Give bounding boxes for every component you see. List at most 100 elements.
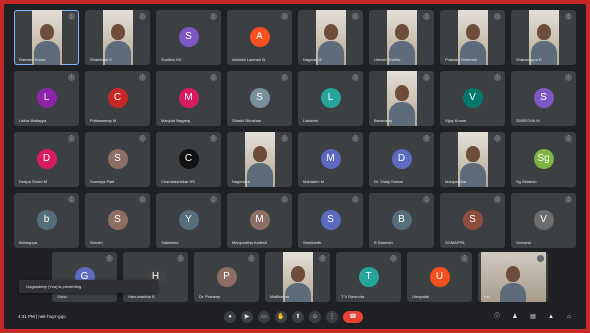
participant-name: Umesh Shettar xyxy=(374,57,401,62)
participant-tile[interactable]: ⋮ Basavaraj xyxy=(369,71,434,126)
participant-tile[interactable]: M ⋮ Manjula Nagaraj xyxy=(156,71,221,126)
participant-tile[interactable]: M ⋮ Manjunatha Kallesh xyxy=(227,193,292,248)
chat-icon: ▤ xyxy=(530,314,536,320)
info-button[interactable]: ⓘ xyxy=(492,312,502,322)
participant-tile[interactable]: ⋮ Manjunatha xyxy=(440,132,505,187)
raise-hand-button[interactable]: ✋ xyxy=(275,311,287,323)
participant-tile[interactable]: ⋮ Ramesh Kuma xyxy=(14,10,79,65)
mic-muted-icon: ⋮ xyxy=(139,13,146,20)
participant-name: Lakshmi xyxy=(303,118,318,123)
participant-tile[interactable]: A ⋮ Ashwini Laxman B xyxy=(227,10,292,65)
participant-tile[interactable]: C ⋮ Chandrashekar HS xyxy=(156,132,221,187)
video-person-head xyxy=(394,85,409,101)
host-controls-button[interactable]: ⌂ xyxy=(564,312,574,322)
more-options-button[interactable]: ⋮ xyxy=(326,311,338,323)
video-person-head xyxy=(394,24,409,40)
participant-tile[interactable]: ⋮ Shanthala S xyxy=(85,10,150,65)
participant-tile[interactable]: Sg ⋮ Sg Siddesh xyxy=(511,132,576,187)
participant-tile[interactable]: b ⋮ Bhimappa xyxy=(14,193,79,248)
participant-name: Mallikarjun xyxy=(270,294,290,299)
hand-icon: ✋ xyxy=(277,314,285,320)
video-person-head xyxy=(465,146,480,162)
participant-tile[interactable]: ⋮ Umesh Shettar xyxy=(369,10,434,65)
avatar: Sg xyxy=(533,149,554,169)
mic-muted-icon: ⋮ xyxy=(352,13,359,20)
participant-tile[interactable]: ⋮ Nagendra xyxy=(227,132,292,187)
present-button[interactable]: ⬆ xyxy=(292,311,304,323)
chat-button[interactable]: ▤ xyxy=(528,312,538,322)
participant-tile[interactable]: Y ⋮ Yallamma xyxy=(156,193,221,248)
participant-tile[interactable]: L ⋮ Latha Mallappa xyxy=(14,71,79,126)
participant-name: Vijay Kumar xyxy=(445,118,467,123)
people-button[interactable]: ♟ xyxy=(510,312,520,322)
participant-name: Shanthala S xyxy=(90,57,112,62)
participant-strip: G ⋮ Girish H ⋮ Hanumantha B P ⋮ Dr. Pradeep ⋮ Mall… xyxy=(52,252,548,302)
avatar: b xyxy=(36,210,57,230)
mic-muted-icon: ⋮ xyxy=(565,196,572,203)
participant-tile[interactable]: D ⋮ Deepa Shree M xyxy=(14,132,79,187)
mic-muted-icon: ⋮ xyxy=(281,13,288,20)
participant-tile[interactable]: U ⋮ Umapathi xyxy=(407,252,472,302)
participant-tile[interactable]: C ⋮ Puttaswamy M xyxy=(85,71,150,126)
participant-tile[interactable]: S ⋮ Sowmya Patil xyxy=(85,132,150,187)
avatar: T xyxy=(358,267,379,287)
participant-name: Nagendra xyxy=(232,179,250,184)
mic-muted-icon: ⋮ xyxy=(352,74,359,81)
participant-tile[interactable]: ⋮ Mallikarjun xyxy=(265,252,330,302)
mic-muted-icon: ⋮ xyxy=(281,74,288,81)
participant-name: Shruthi xyxy=(90,240,103,245)
participant-tile[interactable]: S ⋮ Sreekanth xyxy=(298,193,363,248)
end-call-button[interactable]: ☎ xyxy=(343,311,363,323)
captions-button[interactable]: ▭ xyxy=(258,311,270,323)
mic-muted-icon: ⋮ xyxy=(210,13,217,20)
mic-muted-icon: ⋮ xyxy=(494,74,501,81)
participant-tile[interactable]: V ⋮ Veerana xyxy=(511,193,576,248)
participant-tile[interactable]: S ⋮ Shashi Bhushan xyxy=(227,71,292,126)
participant-tile[interactable]: ⋮ Nagaraj M xyxy=(298,10,363,65)
video-person-head xyxy=(465,24,480,40)
mic-muted-icon: ⋮ xyxy=(281,196,288,203)
participant-name: Dr. Pradeep xyxy=(199,294,221,299)
participant-tile[interactable]: S ⋮ Shruthi xyxy=(85,193,150,248)
participant-tile[interactable]: H ⋮ Hanumantha B xyxy=(123,252,188,302)
participant-tile[interactable]: S ⋮ Sunitha HD xyxy=(156,10,221,65)
mic-muted-icon: ⋮ xyxy=(423,135,430,142)
participant-tile[interactable]: M ⋮ Mahadev M xyxy=(298,132,363,187)
participant-name: Puttaswamy M xyxy=(90,118,117,123)
participant-name: Hanumantha B xyxy=(128,294,155,299)
participant-tile[interactable]: L ⋮ Lakshmi xyxy=(298,71,363,126)
avatar: S xyxy=(107,210,128,230)
mic-button[interactable]: ● xyxy=(224,311,236,323)
video-person-head xyxy=(506,266,520,282)
avatar: S xyxy=(462,210,483,230)
participant-tile[interactable]: P ⋮ Dr. Pradeep xyxy=(194,252,259,302)
mic-muted-icon: ⋮ xyxy=(537,255,544,262)
participant-tile[interactable]: S ⋮ SOMAPPA xyxy=(440,193,505,248)
shapes-icon: ▲ xyxy=(548,314,554,320)
participant-tile[interactable]: V ⋮ Vijay Kumar xyxy=(440,71,505,126)
reactions-button[interactable]: ☺ xyxy=(309,311,321,323)
participant-name: Yallamma xyxy=(161,240,179,245)
participant-tile[interactable]: ⋮ Prakash Hiremath xyxy=(440,10,505,65)
more-icon: ⋮ xyxy=(329,314,335,320)
mic-muted-icon: ⋮ xyxy=(139,135,146,142)
participant-tile[interactable]: B ⋮ B Ramesh xyxy=(369,193,434,248)
participant-name: Basavaraj xyxy=(374,118,392,123)
participant-tile[interactable]: ⋮ You xyxy=(478,252,548,302)
participant-tile[interactable]: S ⋮ SURESHA M xyxy=(511,71,576,126)
participant-tile[interactable]: D ⋮ Dr. Vinay Kumar xyxy=(369,132,434,187)
mic-muted-icon: ⋮ xyxy=(68,196,75,203)
avatar: D xyxy=(36,149,57,169)
emoji-icon: ☺ xyxy=(311,314,319,320)
camera-button[interactable]: ▶ xyxy=(241,311,253,323)
avatar: M xyxy=(178,88,199,108)
camera-icon: ▶ xyxy=(244,314,250,320)
participant-name: Sg Siddesh xyxy=(516,179,537,184)
participant-tile[interactable]: T ⋮ T V Ravindra xyxy=(336,252,401,302)
participant-tile[interactable]: G ⋮ Girish xyxy=(52,252,117,302)
participant-name: Sreekanth xyxy=(303,240,322,245)
mic-muted-icon: ⋮ xyxy=(319,255,326,262)
participant-tile[interactable]: ⋮ Sharanappa R xyxy=(511,10,576,65)
activities-button[interactable]: ▲ xyxy=(546,312,556,322)
participant-name: T V Ravindra xyxy=(341,294,365,299)
